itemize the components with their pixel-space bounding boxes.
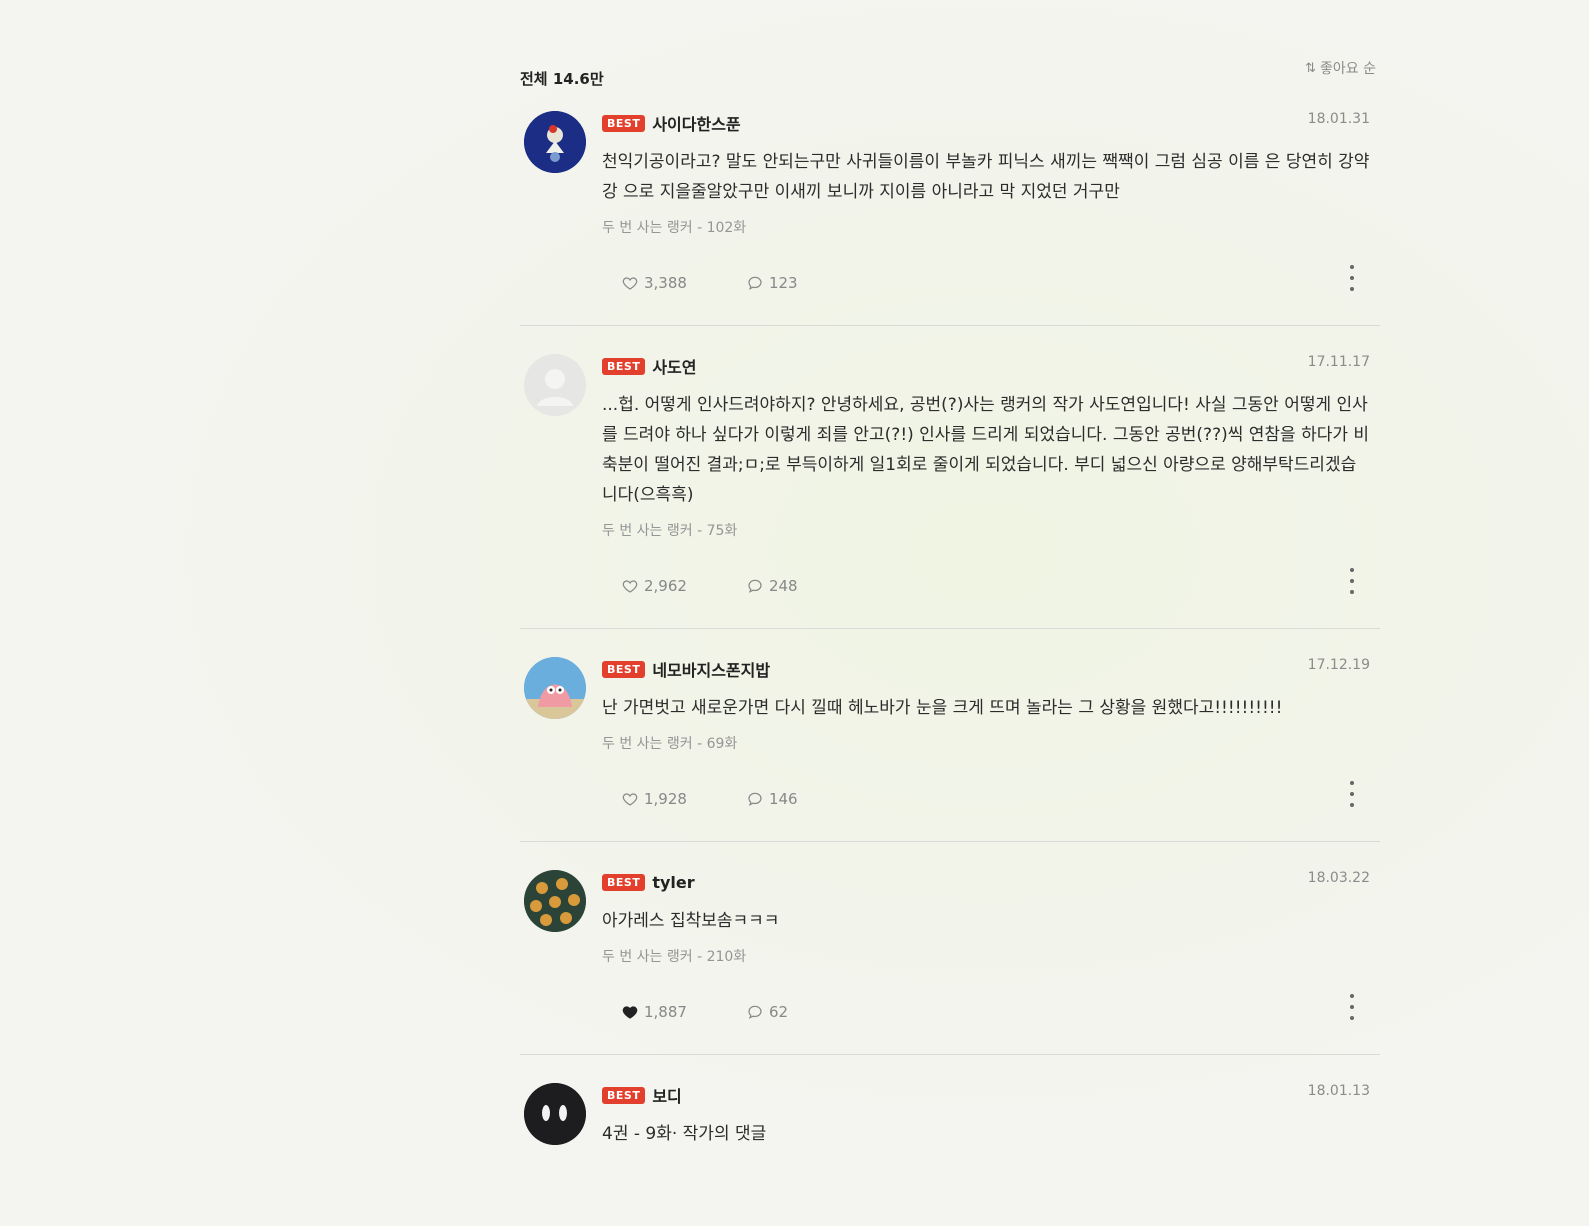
comment-meta: BEST tyler <box>602 870 1380 894</box>
like-count: 3,388 <box>644 274 687 292</box>
nickname[interactable]: 사도연 <box>652 354 696 378</box>
comment-meta: BEST 보디 <box>602 1083 1380 1107</box>
comment-text: ...헙. 어떻게 인사드려야하지? 안녕하세요, 공번(?)사는 랭커의 작가… <box>602 395 1370 505</box>
comment-item: BEST 사도연 17.11.17 ...헙. 어떻게 인사드려야하지? 안녕하… <box>520 354 1380 629</box>
like-count: 2,962 <box>644 577 687 595</box>
comment-text: 천익기공이라고? 말도 안되는구만 사귀들이름이 부놀카 피닉스 새끼는 짹짹이… <box>602 152 1370 202</box>
reply-bubble-icon <box>748 579 762 593</box>
comment-item: BEST 사이다한스푼 18.01.31 천익기공이라고? 말도 안되는구만 사… <box>520 111 1380 326</box>
comment-text: 난 가면벗고 새로운가면 다시 낄때 헤노바가 눈을 크게 뜨며 놀라는 그 상… <box>602 698 1283 718</box>
heart-icon <box>622 277 638 290</box>
reply-button[interactable]: 146 <box>727 786 818 812</box>
reply-count: 146 <box>768 790 798 808</box>
sort-label: 좋아요 순 <box>1320 61 1376 77</box>
avatar-icon <box>524 111 586 173</box>
like-button[interactable]: 3,388 <box>602 270 707 296</box>
sort-icon: ⇅ <box>1305 60 1317 76</box>
comment-actions: 1,928 146 <box>602 783 1380 815</box>
comment-item: BEST 보디 18.01.13 4권 - 9화· 작가의 댓글 <box>520 1083 1380 1175</box>
comment-item: BEST tyler 18.03.22 아가레스 집착보솜ㅋㅋㅋ 두 번 사는 … <box>520 870 1380 1055</box>
comment-meta: BEST 사도연 <box>602 354 1380 378</box>
comment-section: 전체 14.6만 ⇅ 좋아요 순 BEST 사이다한스푼 18.01.31 천익… <box>520 0 1380 1203</box>
comment-date: 18.01.31 <box>1307 111 1370 127</box>
more-vertical-icon[interactable] <box>1342 265 1362 291</box>
heart-icon <box>622 580 638 593</box>
nickname[interactable]: 사이다한스푼 <box>652 111 740 135</box>
more-vertical-icon[interactable] <box>1342 781 1362 807</box>
like-count: 1,928 <box>644 790 687 808</box>
like-button[interactable]: 2,962 <box>602 573 707 599</box>
reply-bubble-icon <box>748 1005 762 1019</box>
reply-bubble-icon <box>748 792 762 806</box>
comment-actions: 1,887 62 <box>602 996 1380 1028</box>
comment-actions: 2,962 248 <box>602 570 1380 602</box>
more-vertical-icon[interactable] <box>1342 568 1362 594</box>
avatar-icon <box>524 1083 586 1145</box>
avatar[interactable] <box>524 870 586 932</box>
best-badge: BEST <box>602 873 646 891</box>
total-count: 전체 14.6만 <box>520 70 604 88</box>
best-badge: BEST <box>602 114 646 132</box>
comment-date: 17.11.17 <box>1307 354 1370 370</box>
avatar[interactable] <box>524 354 586 416</box>
comment-item: BEST 네모바지스폰지밥 17.12.19 난 가면벗고 새로운가면 다시 낄… <box>520 657 1380 842</box>
nickname[interactable]: 네모바지스폰지밥 <box>652 657 770 681</box>
like-button[interactable]: 1,887 <box>602 999 707 1025</box>
comment-text: 아가레스 집착보솜ㅋㅋㅋ <box>602 911 780 931</box>
comment-text: 4권 - 9화· 작가의 댓글 <box>602 1124 767 1144</box>
avatar[interactable] <box>524 1083 586 1145</box>
comment-date: 18.01.13 <box>1307 1083 1370 1099</box>
comment-actions: 3,388 123 <box>602 267 1380 299</box>
nickname[interactable]: tyler <box>652 873 694 892</box>
avatar[interactable] <box>524 657 586 719</box>
reply-bubble-icon <box>748 276 762 290</box>
episode-source[interactable]: 두 번 사는 랭커 - 102화 <box>602 217 1380 237</box>
sort-button[interactable]: ⇅ 좋아요 순 <box>1305 58 1376 78</box>
comment-meta: BEST 네모바지스폰지밥 <box>602 657 1380 681</box>
heart-icon <box>622 793 638 806</box>
comment-date: 18.03.22 <box>1307 870 1370 886</box>
like-count: 1,887 <box>644 1003 687 1021</box>
reply-count: 123 <box>768 274 798 292</box>
best-badge: BEST <box>602 1086 646 1104</box>
more-vertical-icon[interactable] <box>1342 994 1362 1020</box>
best-badge: BEST <box>602 660 646 678</box>
reply-button[interactable]: 123 <box>727 270 818 296</box>
heart-filled-icon <box>622 1006 638 1019</box>
comment-meta: BEST 사이다한스푼 <box>602 111 1380 135</box>
episode-source[interactable]: 두 번 사는 랭커 - 210화 <box>602 946 1380 966</box>
reply-count: 62 <box>768 1003 789 1021</box>
episode-source[interactable]: 두 번 사는 랭커 - 69화 <box>602 733 1380 753</box>
reply-count: 248 <box>768 577 798 595</box>
nickname[interactable]: 보디 <box>652 1083 681 1107</box>
like-button[interactable]: 1,928 <box>602 786 707 812</box>
avatar-icon <box>524 657 586 719</box>
avatar-icon <box>524 870 586 932</box>
comment-date: 17.12.19 <box>1307 657 1370 673</box>
reply-button[interactable]: 62 <box>727 999 808 1025</box>
avatar-icon <box>524 354 586 416</box>
episode-source[interactable]: 두 번 사는 랭커 - 75화 <box>602 520 1380 540</box>
best-badge: BEST <box>602 357 646 375</box>
comment-header: 전체 14.6만 ⇅ 좋아요 순 <box>520 0 1380 110</box>
avatar[interactable] <box>524 111 586 173</box>
reply-button[interactable]: 248 <box>727 573 818 599</box>
